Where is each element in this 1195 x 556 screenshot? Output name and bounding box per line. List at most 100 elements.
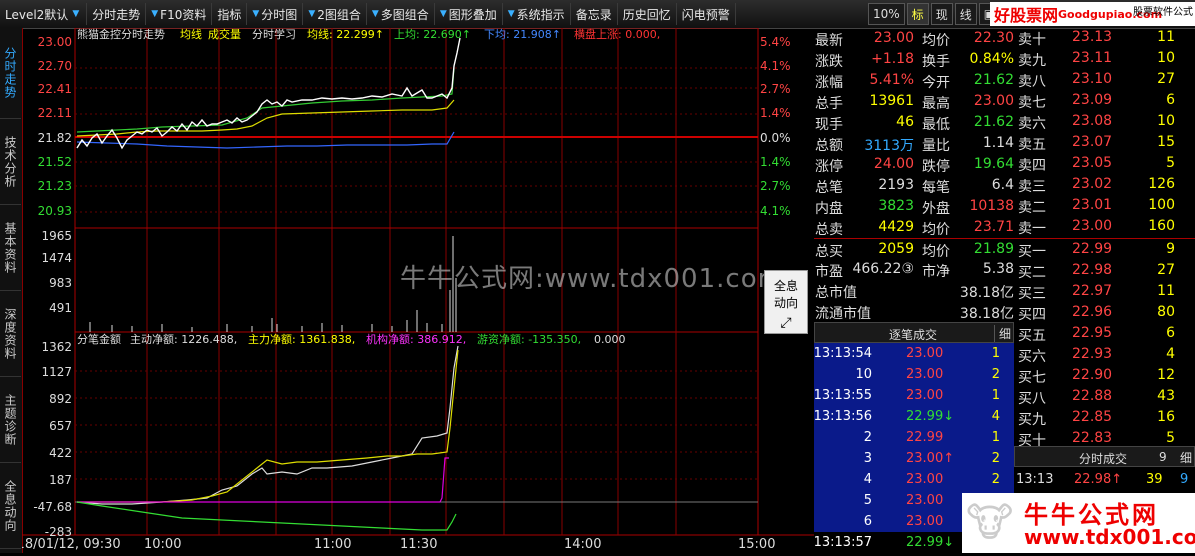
toolbar-indicator[interactable]: 指标 <box>212 3 248 25</box>
now-button[interactable]: 现 <box>930 3 953 25</box>
tick-vol: 2 <box>991 367 1000 382</box>
pct-tick: 4.1% <box>760 59 791 73</box>
quote-label: 内盘 <box>815 201 843 217</box>
sell-vol: 126 <box>1148 176 1175 192</box>
toolbar-overlay[interactable]: ▼ 图形叠加 <box>435 3 503 25</box>
buy-row[interactable]: 买一 22.99 9 <box>1016 240 1195 261</box>
chart-title: 熊猫金控分时走势 <box>77 28 165 41</box>
fenshi-detail-button[interactable]: 细 <box>1180 449 1192 466</box>
tab-holographic[interactable]: 全息动向 <box>0 464 21 549</box>
tab-basic[interactable]: 基本资料 <box>0 206 21 291</box>
vol-tick: 1474 <box>41 251 72 265</box>
quote-row: 涨跌 +1.18 换手 0.84% <box>814 49 1016 70</box>
volume-axis: 1965 1474 983 491 <box>41 229 72 315</box>
toolbar-level2[interactable]: Level2默认 ▼ <box>0 3 88 25</box>
tab-diagnosis[interactable]: 主题诊断 <box>0 378 21 463</box>
sell-row[interactable]: 卖六 23.08 10 <box>1016 112 1195 133</box>
toolbar-timechart[interactable]: ▼ 分时图 <box>247 3 304 25</box>
quote-value: 3113万 <box>864 138 914 154</box>
tick-row: 3 23.00↑ 2 <box>814 448 1014 469</box>
buy-price: 22.96 <box>1072 304 1113 320</box>
tab-deep[interactable]: 深度资料 <box>0 292 21 377</box>
tick-time: 4 <box>863 472 872 487</box>
toolbar-sysind[interactable]: ▼ 系统指示 <box>503 3 571 25</box>
tick-detail-button[interactable]: 细 <box>993 325 1011 342</box>
buy-label: 买三 <box>1018 286 1046 302</box>
quote-value: 466.22③ <box>852 261 914 277</box>
fenshi-flag: 9 <box>1180 472 1189 487</box>
quote-value: 5.38 <box>982 261 1014 277</box>
tick-price: 22.99↓ <box>906 535 955 550</box>
buy-label: 买一 <box>1018 244 1046 260</box>
toolbar-alert[interactable]: 闪电预警 <box>677 3 736 25</box>
buy-price: 22.99 <box>1072 241 1113 257</box>
zoom-10-button[interactable]: 10% <box>868 3 905 25</box>
sell-row[interactable]: 卖一 23.00 160 <box>1016 217 1195 238</box>
tab-technical[interactable]: 技术分析 <box>0 120 21 205</box>
buy-row[interactable]: 买六 22.93 4 <box>1016 345 1195 366</box>
sell-row[interactable]: 卖三 23.02 126 <box>1016 175 1195 196</box>
price-tick: 21.82 <box>38 131 72 145</box>
brand-slogan: 股票软件公式 <box>1133 7 1193 18</box>
buy-row[interactable]: 买七 22.90 12 <box>1016 366 1195 387</box>
holographic-popup[interactable]: 全息 动向 ⤢ <box>764 270 808 334</box>
buy-vol: 11 <box>1157 283 1175 299</box>
tab-timeshare[interactable]: 分时走势 <box>0 28 21 119</box>
quote-row: 总买 2059 均价 21.89 <box>814 238 1016 260</box>
sell-row[interactable]: 卖七 23.09 6 <box>1016 91 1195 112</box>
quote-label: 市净 <box>922 264 950 280</box>
buy-label: 买八 <box>1018 391 1046 407</box>
pct-tick: 0.0% <box>760 131 791 145</box>
sell-label: 卖四 <box>1018 158 1046 174</box>
vol-label: 成交量 <box>208 28 241 41</box>
buy-price: 22.93 <box>1072 346 1113 362</box>
pct-tick: 1.4% <box>760 155 791 169</box>
toolbar-timeshare[interactable]: 分时走势 <box>87 3 147 25</box>
quote-label: 流通市值 <box>815 306 871 322</box>
buy-row[interactable]: 买三 22.97 11 <box>1016 282 1195 303</box>
tick-price: 23.00 <box>906 367 944 382</box>
quote-value: 19.64 <box>973 156 1014 172</box>
sell-label: 卖六 <box>1018 116 1046 132</box>
popup-line2: 动向 <box>773 296 798 310</box>
brand-name: 好股票网 <box>994 6 1059 25</box>
tick-header: 逐笔成交 细 <box>814 322 1014 343</box>
tick-vol: 1 <box>991 346 1000 361</box>
quote-label: 外盘 <box>922 201 950 217</box>
buy-vol: 43 <box>1157 388 1175 404</box>
time-tick: 15:00 <box>738 537 775 552</box>
buy-row[interactable]: 买二 22.98 27 <box>1016 261 1195 282</box>
price-tick: 21.23 <box>38 179 72 193</box>
quote-label: 现手 <box>815 117 843 133</box>
toolbar-right: 10% 标 现 线 ▣ <box>866 0 1001 28</box>
sell-row[interactable]: 卖八 23.10 27 <box>1016 70 1195 91</box>
buy-row[interactable]: 买九 22.85 16 <box>1016 408 1195 429</box>
buy-row[interactable]: 买四 22.96 80 <box>1016 303 1195 324</box>
quote-row: 现手 46 最低 21.62 <box>814 112 1016 133</box>
toolbar-multichart[interactable]: ▼ 多图组合 <box>367 3 435 25</box>
active-net: 主动净额: 1226.488, <box>130 332 237 346</box>
sell-row[interactable]: 卖二 23.01 100 <box>1016 196 1195 217</box>
sell-vol: 6 <box>1166 92 1175 108</box>
sell-row[interactable]: 卖十 23.13 11 <box>1016 28 1195 49</box>
tick-price: 22.99↓ <box>906 409 955 424</box>
pct-tick: 4.1% <box>760 204 791 218</box>
toolbar-2chart[interactable]: ▼ 2图组合 <box>303 3 367 25</box>
buy-price: 22.98 <box>1072 262 1113 278</box>
buy-row[interactable]: 买五 22.95 6 <box>1016 324 1195 345</box>
buy-vol: 9 <box>1166 241 1175 257</box>
quote-label: 均价 <box>922 222 950 238</box>
sell-row[interactable]: 卖四 23.05 5 <box>1016 154 1195 175</box>
chevron-down-icon: ▼ <box>151 9 159 19</box>
sell-row[interactable]: 卖九 23.11 10 <box>1016 49 1195 70</box>
toolbar-f10[interactable]: ▼ F10资料 <box>146 3 213 25</box>
book-divider <box>1016 238 1195 239</box>
toolbar-history[interactable]: 历史回忆 <box>618 3 677 25</box>
quote-row: 总市值 38.18亿 <box>814 280 1016 301</box>
mark-button[interactable]: 标 <box>906 3 929 25</box>
line-button[interactable]: 线 <box>954 3 977 25</box>
buy-row[interactable]: 买八 22.88 43 <box>1016 387 1195 408</box>
sell-row[interactable]: 卖五 23.07 15 <box>1016 133 1195 154</box>
toolbar-memo[interactable]: 备忘录 <box>571 3 618 25</box>
tick-row: 13:13:55 23.00 1 <box>814 385 1014 406</box>
